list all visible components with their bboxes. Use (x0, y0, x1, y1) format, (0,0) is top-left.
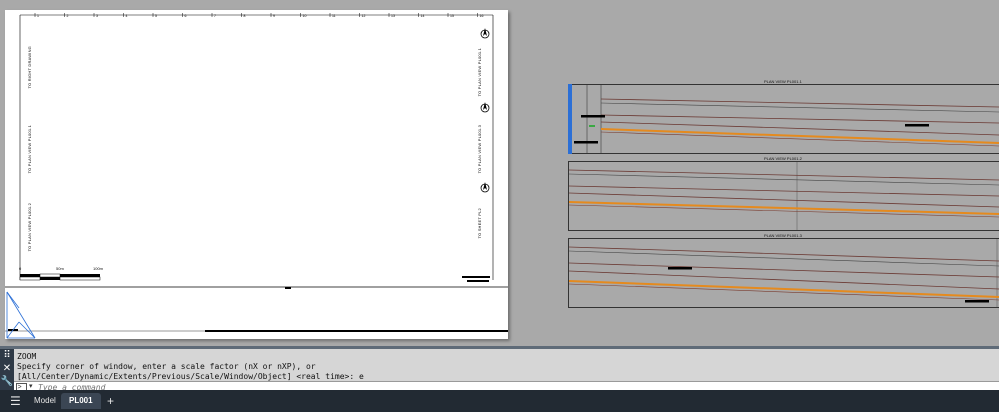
ruler-tick-label: 14 (421, 14, 425, 18)
drawing-canvas[interactable]: 1 2 3 4 5 6 7 8 9 10 11 12 13 14 15 16 0… (0, 0, 999, 346)
viewport-title-2: PLAN VIEW PL001.2 (764, 156, 802, 161)
sheet-drawing: 1 2 3 4 5 6 7 8 9 10 11 12 13 14 15 16 (5, 13, 508, 339)
add-layout-button[interactable]: + (99, 393, 122, 409)
north-arrow-icon (480, 182, 490, 193)
close-icon[interactable]: ✕ (0, 362, 14, 375)
ruler-tick-label: 6 (185, 14, 187, 18)
scale-label-0: 0 (19, 266, 22, 271)
command-history-line: ZOOM (17, 352, 37, 361)
scale-label-100: 100m (93, 266, 104, 271)
customize-wrench-icon[interactable]: 🔧 (0, 375, 14, 388)
left-label-right-drawing: TO RIGHT DRAWING (27, 46, 32, 89)
ruler-tick-label: 9 (273, 14, 275, 18)
ruler-tick-label: 4 (126, 14, 128, 18)
grip-icon[interactable]: ⠿ (0, 349, 14, 362)
tab-model[interactable]: Model (26, 393, 64, 409)
road-plan-drawing (574, 85, 999, 153)
layout-tab-bar: ☰ Model PL001 + (0, 390, 999, 412)
chevron-down-icon[interactable]: ▾ (29, 382, 33, 390)
ruler-tick-label: 16 (480, 14, 484, 18)
viewport-plan-view-3[interactable] (568, 238, 999, 308)
viewport-plan-view-2[interactable] (568, 161, 999, 231)
scale-label-50: 50m (56, 266, 64, 271)
command-line-panel: ⠿ ✕ 🔧 ZOOM Specify corner of window, ent… (0, 346, 999, 393)
right-label-plan-view-3: TO PLAN VIEW PL001.3 (477, 125, 482, 174)
left-label-plan-view-2: TO PLAN VIEW PL001.2 (27, 203, 32, 252)
ruler-tick-label: 5 (155, 14, 157, 18)
layout-paper-sheet: 1 2 3 4 5 6 7 8 9 10 11 12 13 14 15 16 0… (5, 10, 508, 339)
ruler-tick-label: 1 (37, 14, 39, 18)
road-plan-drawing (569, 162, 999, 230)
ruler-tick-label: 10 (303, 14, 307, 18)
scale-bar (19, 273, 101, 281)
viewport-title-3: PLAN VIEW PL001.3 (764, 233, 802, 238)
left-label-plan-view-1: TO PLAN VIEW PL001.1 (27, 125, 32, 174)
ruler-tick-label: 15 (450, 14, 454, 18)
ruler-tick-label: 2 (67, 14, 69, 18)
right-label-sheet-pl2: TO SHEET PL2 (477, 208, 482, 239)
ruler-tick-label: 8 (244, 14, 246, 18)
command-history-line: [All/Center/Dynamic/Extents/Previous/Sca… (17, 372, 364, 381)
north-arrow-icon (480, 28, 490, 39)
viewport-title-1: PLAN VIEW PL001.1 (764, 79, 802, 84)
menu-hamburger-icon[interactable]: ☰ (2, 393, 29, 409)
ruler-tick-label: 11 (332, 14, 336, 18)
ruler-tick-label: 3 (96, 14, 98, 18)
north-arrow-icon (480, 102, 490, 113)
tab-pl001[interactable]: PL001 (61, 393, 101, 409)
viewport-plan-view-1[interactable] (568, 84, 999, 154)
ruler-tick-label: 12 (362, 14, 366, 18)
right-label-plan-view-1: TO PLAN VIEW PL001.1 (477, 48, 482, 97)
ruler-tick-label: 7 (214, 14, 216, 18)
ruler-tick-label: 13 (391, 14, 395, 18)
command-line-sidebar: ⠿ ✕ 🔧 (0, 349, 14, 393)
road-plan-drawing (569, 239, 999, 307)
command-history-line: Specify corner of window, enter a scale … (17, 362, 316, 371)
